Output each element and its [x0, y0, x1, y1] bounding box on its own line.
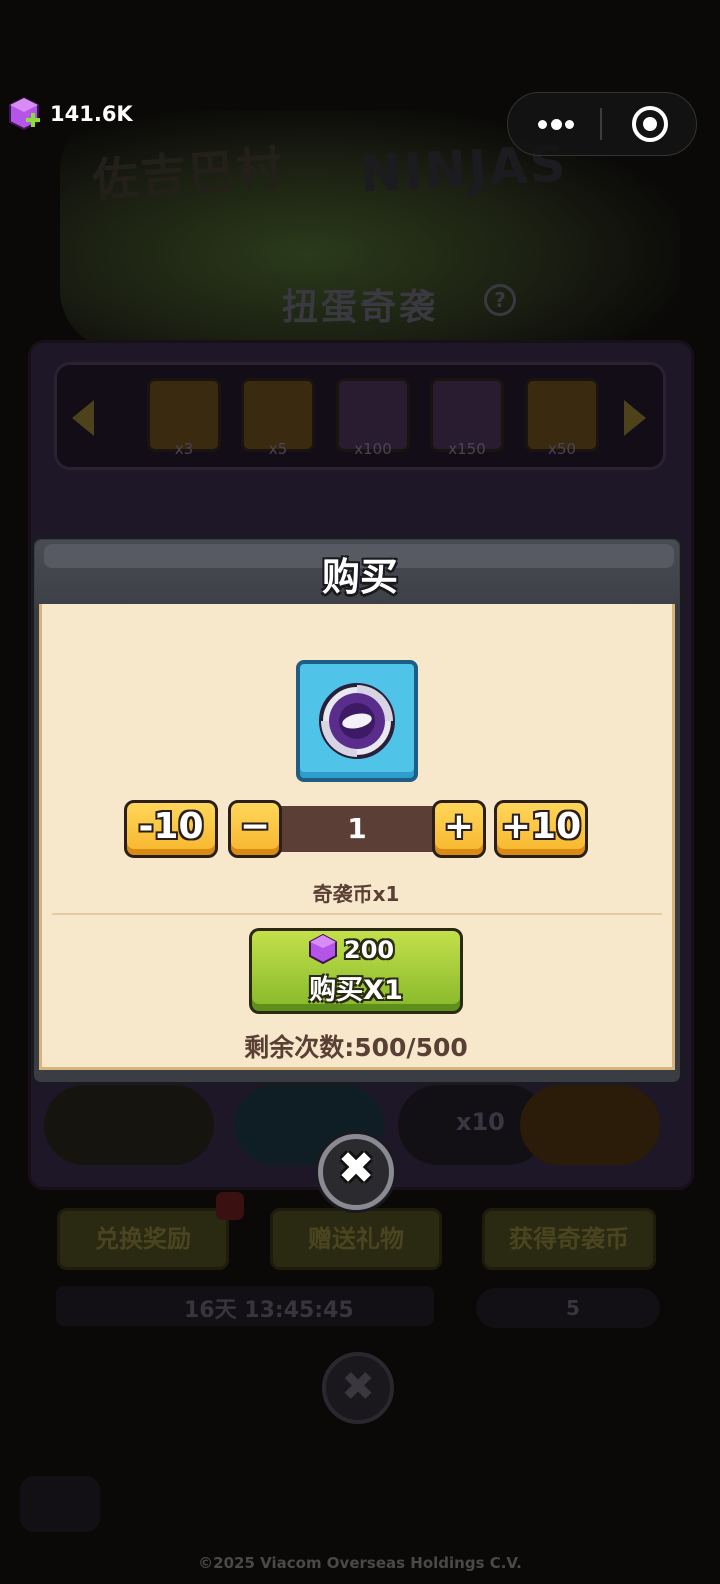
gem-icon[interactable]	[6, 96, 42, 132]
gem-count: 141.6K	[50, 102, 133, 126]
coin-count: 5	[566, 1296, 580, 1320]
reward-qty: x100	[354, 440, 392, 458]
more-icon-dot	[565, 120, 574, 129]
notification-badge	[216, 1192, 244, 1220]
exchange-rewards-button: 兑换奖励	[57, 1208, 229, 1270]
logo-text-left: 佐吉巴村	[90, 140, 286, 208]
minus-10-button[interactable]: -10	[124, 800, 218, 858]
arrow-right-icon	[624, 400, 646, 436]
quantity-value[interactable]: 1	[272, 812, 442, 845]
plus-10-button[interactable]: +10	[494, 800, 588, 858]
raid-coin-icon	[319, 683, 395, 759]
draw-button-bg	[520, 1085, 660, 1165]
target-icon-center	[643, 117, 657, 131]
buy-price: 200	[344, 936, 395, 964]
copyright-text: ©2025 Viacom Overseas Holdings C.V.	[198, 1554, 522, 1572]
draw-button-bg	[44, 1085, 214, 1165]
help-icon: ?	[484, 284, 516, 316]
plus-button[interactable]: +	[432, 800, 486, 858]
send-gift-button: 赠送礼物	[270, 1208, 442, 1270]
timer-text: 16天 13:45:45	[184, 1298, 354, 1323]
buy-label: 购买X1	[309, 975, 403, 1006]
mini-program-capsule	[507, 92, 697, 156]
close-icon: ✖	[322, 1352, 394, 1424]
item-name: 奇袭币x1	[312, 882, 400, 906]
arrow-left-icon	[72, 400, 94, 436]
reward-qty: x3	[174, 440, 194, 458]
get-raid-coins-button: 获得奇袭币	[482, 1208, 656, 1270]
more-icon-dot	[551, 119, 562, 130]
reward-qty: x50	[548, 440, 576, 458]
reward-qty: x5	[268, 440, 288, 458]
more-icon[interactable]	[538, 120, 547, 129]
remaining-count: 剩余次数:500/500	[244, 1033, 468, 1062]
close-icon[interactable]: ✖	[318, 1134, 394, 1210]
reward-qty: x150	[448, 440, 486, 458]
capsule-divider	[600, 108, 602, 140]
event-title: 扭蛋奇袭	[281, 287, 438, 328]
draw-x10-label: x10	[456, 1108, 505, 1136]
divider	[52, 913, 662, 915]
gem-icon	[309, 934, 337, 964]
dialog-title: 购买	[321, 555, 398, 599]
back-button	[20, 1476, 100, 1532]
